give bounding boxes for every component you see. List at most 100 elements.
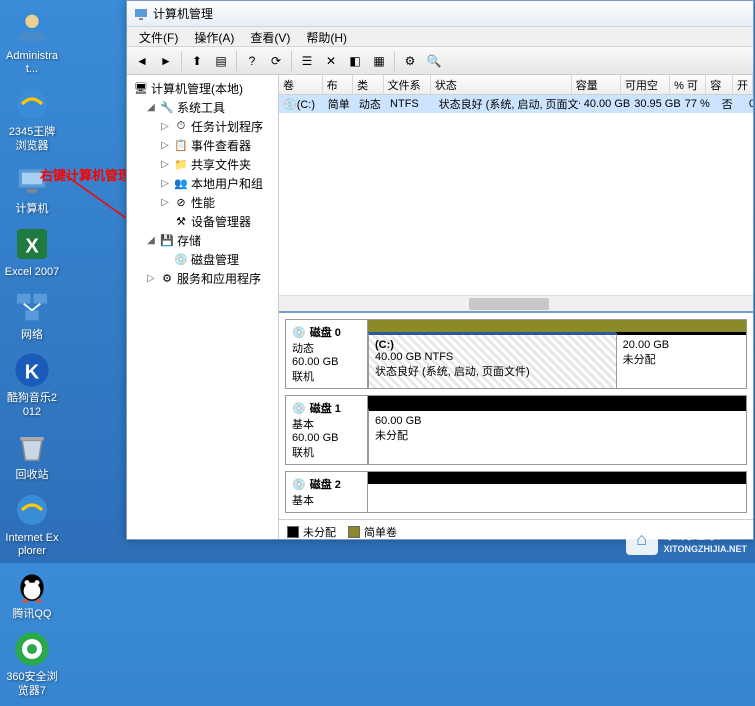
expand-icon[interactable]: ▷ (159, 140, 171, 151)
settings-button[interactable]: ⚙ (399, 50, 421, 72)
tree-disk-management[interactable]: 💿磁盘管理 (157, 250, 276, 269)
desktop-icon-recycle[interactable]: 回收站 (4, 427, 60, 482)
horizontal-scrollbar[interactable] (279, 295, 753, 311)
tree-label: 磁盘管理 (191, 251, 239, 268)
menubar: 文件(F) 操作(A) 查看(V) 帮助(H) (127, 27, 753, 47)
action1-button[interactable]: ◧ (344, 50, 366, 72)
menu-action[interactable]: 操作(A) (186, 27, 242, 46)
cell-status: 状态良好 (系统, 启动, 页面文件) (435, 95, 580, 113)
disk-strip (368, 396, 746, 408)
desktop-label: 回收站 (4, 469, 60, 482)
expand-icon[interactable]: ▷ (159, 197, 171, 208)
collapse-icon[interactable]: ◢ (145, 235, 157, 246)
desktop-icon-network[interactable]: 网络 (4, 287, 60, 342)
menu-view[interactable]: 查看(V) (242, 27, 298, 46)
partition-c[interactable]: (C:) 40.00 GB NTFS 状态良好 (系统, 启动, 页面文件) (368, 332, 616, 388)
col-volume[interactable]: 卷 (279, 75, 323, 94)
desktop-icon-kugou[interactable]: K 酷狗音乐2012 (4, 350, 60, 418)
tree-task-scheduler[interactable]: ▷⏱任务计划程序 (157, 117, 276, 136)
tree-label: 任务计划程序 (191, 118, 263, 135)
perf-icon: ⊘ (173, 195, 189, 211)
disk-info: 💿磁盘 2 基本 (286, 472, 368, 512)
desktop-icon-qq[interactable]: 腾讯QQ (4, 566, 60, 621)
titlebar[interactable]: 计算机管理 (127, 1, 753, 27)
partition-unallocated[interactable]: 20.00 GB 未分配 (616, 332, 746, 388)
col-status[interactable]: 状态 (431, 75, 572, 94)
desktop-icon-ie[interactable]: Internet Explorer (4, 490, 60, 558)
desktop-icon-2345[interactable]: 2345王牌浏览器 (4, 84, 60, 152)
tree-services[interactable]: ▷ ⚙ 服务和应用程序 (143, 269, 276, 288)
expand-icon[interactable]: ▷ (159, 159, 171, 170)
tree-storage[interactable]: ◢ 💾 存储 (143, 231, 276, 250)
disk-strip (368, 472, 746, 484)
back-button[interactable]: ◄ (131, 50, 153, 72)
toolbar: ◄ ► ⬆ ▤ ? ⟳ ☰ ✕ ◧ ▦ ⚙ 🔍 (127, 47, 753, 75)
clock-icon: ⏱ (173, 119, 189, 135)
svg-text:X: X (25, 235, 39, 257)
disk-info: 💿磁盘 1 基本 60.00 GB 联机 (286, 396, 368, 464)
delete-button[interactable]: ✕ (320, 50, 342, 72)
disk-row-0[interactable]: 💿磁盘 0 动态 60.00 GB 联机 (C:) 40.00 GB NTFS (285, 319, 747, 389)
tree-users-groups[interactable]: ▷👥本地用户和组 (157, 174, 276, 193)
col-layout[interactable]: 布局 (323, 75, 354, 94)
tree-label: 存储 (177, 232, 201, 249)
tree-shared-folders[interactable]: ▷📁共享文件夹 (157, 155, 276, 174)
cell-type: 动态 (355, 95, 386, 113)
tree-label: 服务和应用程序 (177, 270, 261, 287)
tree-label: 设备管理器 (191, 213, 251, 230)
disk-icon: 💿 (292, 402, 306, 415)
properties-button[interactable]: ☰ (296, 50, 318, 72)
partition-unallocated[interactable]: 60.00 GB 未分配 (368, 408, 746, 464)
window-title: 计算机管理 (153, 5, 213, 22)
disk-row-2[interactable]: 💿磁盘 2 基本 (285, 471, 747, 513)
action2-button[interactable]: ▦ (368, 50, 390, 72)
tree-performance[interactable]: ▷⊘性能 (157, 193, 276, 212)
volume-row-c[interactable]: 💿(C:) 简单 动态 NTFS 状态良好 (系统, 启动, 页面文件) 40.… (279, 95, 753, 113)
disk-type: 动态 (292, 340, 361, 356)
disk-row-1[interactable]: 💿磁盘 1 基本 60.00 GB 联机 60.00 GB 未分配 (285, 395, 747, 465)
computer-management-window: 计算机管理 文件(F) 操作(A) 查看(V) 帮助(H) ◄ ► ⬆ ▤ ? … (126, 0, 754, 540)
desktop-icon-admin[interactable]: Administrat... (4, 8, 60, 76)
disk-partitions (368, 472, 746, 512)
search-button[interactable]: 🔍 (423, 50, 445, 72)
show-hide-button[interactable]: ▤ (210, 50, 232, 72)
recycle-icon (12, 427, 52, 467)
col-free[interactable]: 可用空间 (621, 75, 670, 94)
up-button[interactable]: ⬆ (186, 50, 208, 72)
expand-icon[interactable]: ▷ (159, 178, 171, 189)
menu-file[interactable]: 文件(F) (131, 27, 186, 46)
computer-icon: 🖥 (133, 81, 149, 97)
refresh-button[interactable]: ⟳ (265, 50, 287, 72)
disk-layout-pane[interactable]: 💿磁盘 0 动态 60.00 GB 联机 (C:) 40.00 GB NTFS (279, 311, 753, 539)
disk-status: 联机 (292, 444, 361, 460)
ie-icon (12, 490, 52, 530)
tree-pane[interactable]: 🖥 计算机管理(本地) ◢ 🔧 系统工具 ▷⏱任务计划程序 ▷📋事件查看器 ▷📁… (127, 75, 279, 539)
col-oh[interactable]: 开 (733, 75, 753, 94)
excel-icon: X (12, 224, 52, 264)
tree-device-manager[interactable]: ⚒设备管理器 (157, 212, 276, 231)
col-type[interactable]: 类型 (353, 75, 384, 94)
col-cap[interactable]: 容量 (572, 75, 621, 94)
menu-help[interactable]: 帮助(H) (298, 27, 355, 46)
help-button[interactable]: ? (241, 50, 263, 72)
volume-list-body[interactable]: 💿(C:) 简单 动态 NTFS 状态良好 (系统, 启动, 页面文件) 40.… (279, 95, 753, 295)
desktop-icon-360[interactable]: 360安全浏览器7 (4, 629, 60, 697)
scrollbar-thumb[interactable] (469, 298, 549, 310)
collapse-icon[interactable]: ◢ (145, 102, 157, 113)
expand-icon[interactable]: ▷ (145, 273, 157, 284)
tree-system-tools[interactable]: ◢ 🔧 系统工具 (143, 98, 276, 117)
cell-free: 30.95 GB (630, 97, 680, 111)
tree-event-viewer[interactable]: ▷📋事件查看器 (157, 136, 276, 155)
col-pct[interactable]: % 可用 (670, 75, 706, 94)
users-icon: 👥 (173, 176, 189, 192)
expand-icon[interactable]: ▷ (159, 121, 171, 132)
desktop-icon-excel[interactable]: X Excel 2007 (4, 224, 60, 279)
disk-type: 基本 (292, 492, 361, 508)
col-fs[interactable]: 文件系统 (384, 75, 431, 94)
legend-simple: 简单卷 (348, 524, 397, 539)
desktop-label: Excel 2007 (4, 266, 60, 279)
col-ft[interactable]: 容错 (706, 75, 733, 94)
tree-root[interactable]: 🖥 计算机管理(本地) (129, 79, 276, 98)
tree-label: 本地用户和组 (191, 175, 263, 192)
forward-button[interactable]: ► (155, 50, 177, 72)
